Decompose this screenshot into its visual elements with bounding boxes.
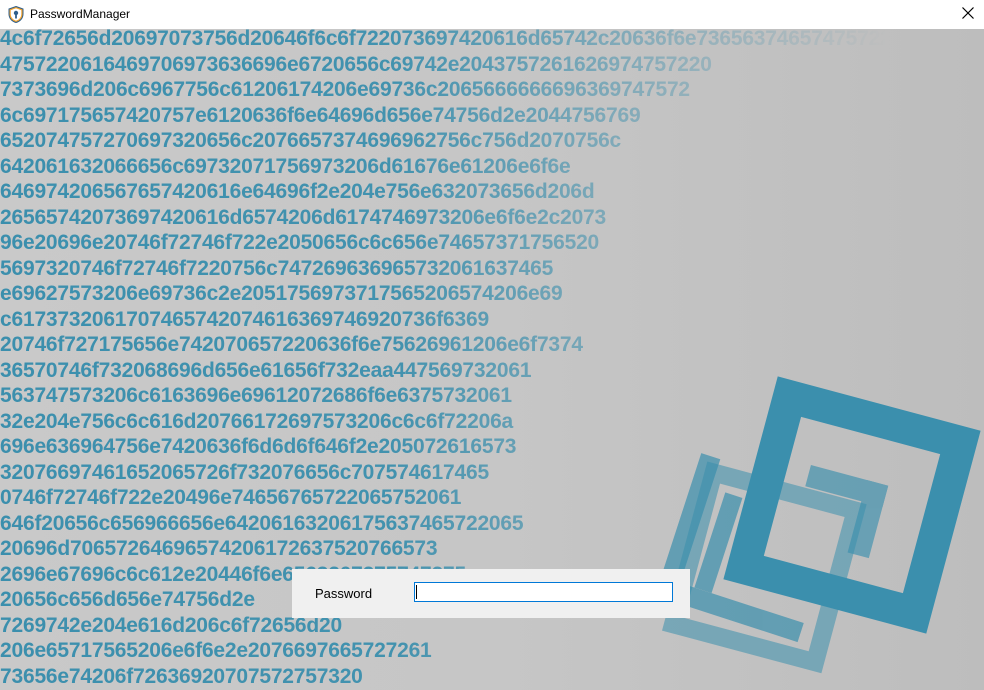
shield-key-icon — [8, 5, 24, 24]
password-manager-window: PasswordManager 4c6f72656d20697073756d20… — [0, 0, 984, 690]
password-input[interactable] — [414, 582, 673, 602]
window-title: PasswordManager — [30, 7, 131, 21]
text-caret — [416, 585, 417, 599]
title-bar[interactable]: PasswordManager — [0, 0, 984, 29]
close-button[interactable] — [952, 0, 984, 29]
close-icon — [962, 6, 974, 24]
password-label: Password — [315, 586, 373, 601]
login-panel: Password — [292, 569, 690, 618]
